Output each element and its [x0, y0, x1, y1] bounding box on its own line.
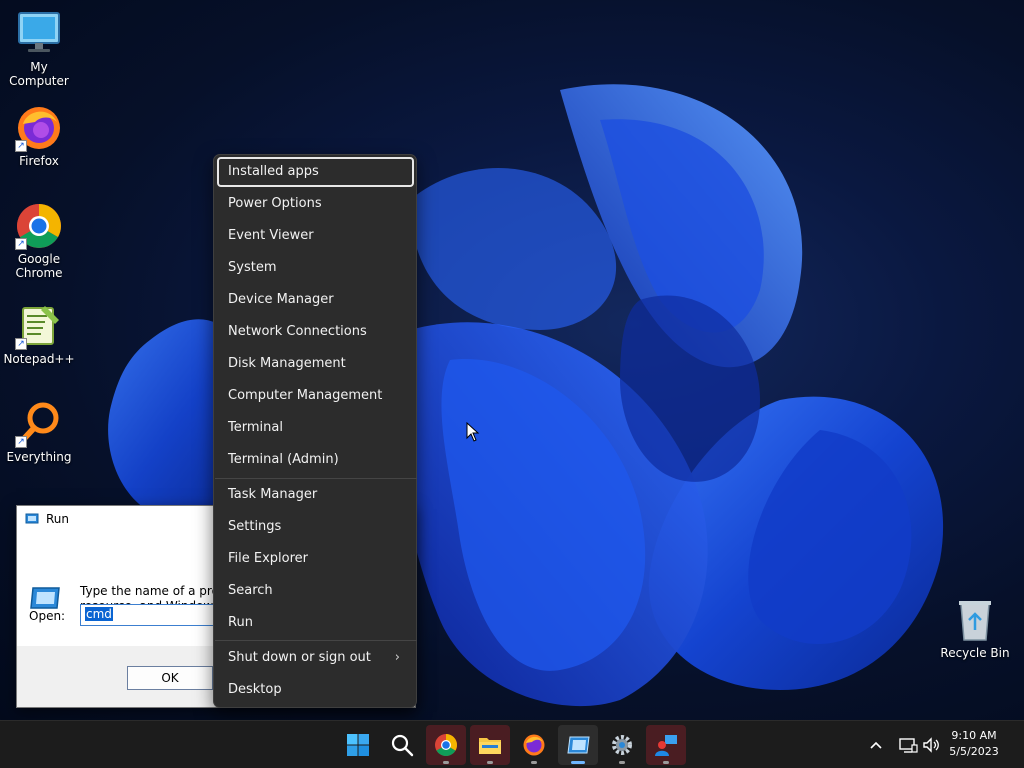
menu-item-terminal-admin[interactable]: Terminal (Admin)	[217, 445, 414, 475]
everything-search-icon: ↗	[15, 400, 63, 448]
chrome-icon: ↗	[15, 202, 63, 250]
menu-item-run[interactable]: Run	[217, 608, 414, 638]
desktop-icon-label: Recycle Bin	[940, 646, 1010, 660]
ok-button[interactable]: OK	[127, 666, 213, 690]
menu-item-disk-management[interactable]: Disk Management	[217, 349, 414, 379]
running-indicator	[531, 761, 537, 764]
run-icon	[25, 513, 39, 524]
clock-time: 9:10 AM	[951, 729, 997, 742]
menu-item-computer-management[interactable]: Computer Management	[217, 381, 414, 411]
desktop-icon-my-computer[interactable]: My Computer	[0, 10, 78, 88]
desktop-icon-recycle-bin[interactable]: Recycle Bin	[936, 596, 1014, 660]
run-icon	[30, 587, 60, 609]
notepadpp-icon: ↗	[15, 302, 63, 350]
desktop-icon-label: Google Chrome	[15, 252, 63, 280]
recycle-bin-icon	[951, 596, 999, 644]
shortcut-arrow-icon: ↗	[15, 238, 27, 250]
running-indicator	[487, 761, 493, 764]
menu-item-terminal[interactable]: Terminal	[217, 413, 414, 443]
menu-item-search[interactable]: Search	[217, 576, 414, 606]
menu-item-power-options[interactable]: Power Options	[217, 189, 414, 219]
menu-item-system[interactable]: System	[217, 253, 414, 283]
menu-separator	[215, 478, 417, 479]
running-indicator	[663, 761, 669, 764]
running-indicator	[571, 761, 585, 764]
file-explorer-taskbar-button[interactable]	[470, 725, 510, 765]
menu-item-shut-down-or-sign-out[interactable]: Shut down or sign out ›	[217, 643, 414, 673]
desktop-icon-everything[interactable]: ↗ Everything	[0, 400, 78, 464]
shortcut-arrow-icon: ↗	[15, 140, 27, 152]
search-icon	[391, 734, 414, 757]
settings-taskbar-button[interactable]	[602, 725, 642, 765]
menu-item-file-explorer[interactable]: File Explorer	[217, 544, 414, 574]
power-user-menu[interactable]: Installed apps Power Options Event Viewe…	[213, 154, 417, 708]
chevron-right-icon: ›	[394, 650, 400, 665]
chrome-taskbar-button[interactable]	[426, 725, 466, 765]
windows-logo-icon	[347, 734, 369, 756]
desktop-icon-label: Notepad++	[3, 352, 75, 366]
menu-item-task-manager[interactable]: Task Manager	[217, 480, 414, 510]
clock-date: 5/5/2023	[949, 745, 999, 758]
desktop-icon-firefox[interactable]: ↗ Firefox	[0, 104, 78, 168]
desktop-icon-label: Firefox	[19, 154, 59, 168]
start-button[interactable]	[338, 725, 378, 765]
chrome-icon	[435, 734, 457, 756]
run-dialog-title: Run	[46, 512, 70, 526]
firefox-taskbar-button[interactable]	[514, 725, 554, 765]
menu-item-event-viewer[interactable]: Event Viewer	[217, 221, 414, 251]
network-icon[interactable]	[898, 735, 918, 755]
shortcut-arrow-icon: ↗	[15, 436, 27, 448]
desktop-icon-chrome[interactable]: ↗ Google Chrome	[0, 202, 78, 280]
search-button[interactable]	[382, 725, 422, 765]
volume-icon[interactable]	[922, 735, 942, 755]
menu-item-installed-apps[interactable]: Installed apps	[217, 157, 414, 187]
running-indicator	[443, 761, 449, 764]
menu-item-label: Shut down or sign out	[228, 650, 371, 665]
running-indicator	[619, 761, 625, 764]
mouse-pointer-icon	[466, 422, 480, 442]
menu-item-desktop[interactable]: Desktop	[217, 675, 414, 705]
firefox-icon: ↗	[15, 104, 63, 152]
gear-icon	[612, 735, 632, 755]
run-taskbar-button[interactable]	[558, 725, 598, 765]
desktop-icon-label: My Computer	[9, 60, 69, 88]
folder-icon	[479, 738, 501, 754]
shortcut-arrow-icon: ↗	[15, 338, 27, 350]
menu-item-device-manager[interactable]: Device Manager	[217, 285, 414, 315]
chevron-up-icon[interactable]	[866, 735, 886, 755]
desktop-icon-notepadpp[interactable]: ↗ Notepad++	[0, 302, 78, 366]
monitor-icon	[15, 10, 63, 58]
remote-app-taskbar-button[interactable]	[646, 725, 686, 765]
menu-item-settings[interactable]: Settings	[217, 512, 414, 542]
clock[interactable]: 9:10 AM 5/5/2023	[944, 728, 1004, 760]
menu-item-network-connections[interactable]: Network Connections	[217, 317, 414, 347]
run-icon	[567, 736, 590, 754]
desktop-icon-label: Everything	[6, 450, 72, 464]
remote-user-icon	[655, 735, 677, 756]
firefox-icon	[523, 734, 545, 756]
taskbar: 9:10 AM 5/5/2023	[0, 720, 1024, 768]
menu-separator	[215, 640, 417, 641]
